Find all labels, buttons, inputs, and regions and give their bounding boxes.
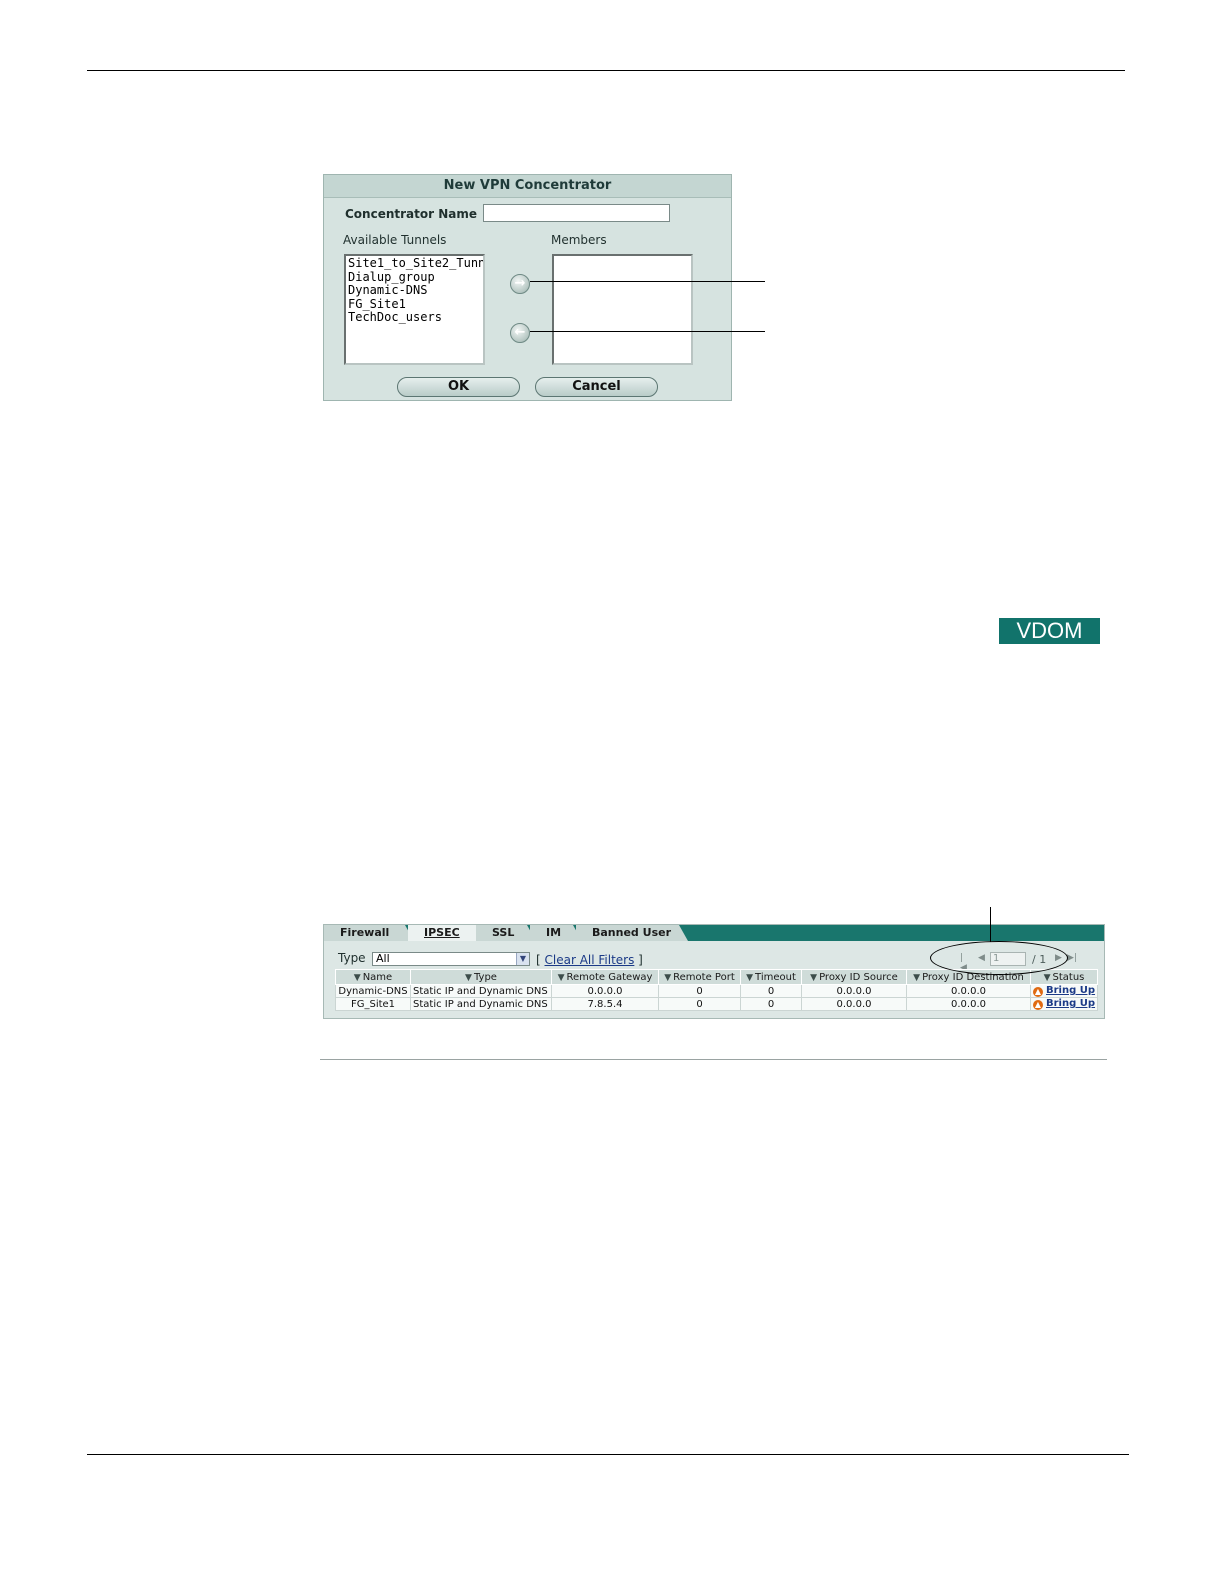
header-rule xyxy=(87,70,1125,71)
table-cell: 7.8.5.4 xyxy=(551,997,659,1011)
table-row: FG_Site1 Static IP and Dynamic DNS 7.8.5… xyxy=(335,997,1099,1011)
table-cell: 0 xyxy=(658,984,741,998)
table-cell: 0 xyxy=(740,997,802,1011)
footer-rule xyxy=(87,1454,1129,1455)
pagination-callout-ellipse xyxy=(930,941,1068,975)
bring-up-link[interactable]: Bring Up xyxy=(1046,998,1095,1009)
list-item[interactable]: Dynamic-DNS xyxy=(348,283,481,298)
add-member-button[interactable]: → xyxy=(510,274,530,294)
chevron-down-icon[interactable]: ▼ xyxy=(516,953,529,965)
members-list[interactable] xyxy=(552,254,693,365)
dialog-title: New VPN Concentrator xyxy=(324,175,731,198)
table-cell: 0 xyxy=(740,984,802,998)
list-item[interactable]: Dialup_group xyxy=(348,270,481,285)
filter-icon[interactable]: ▼ xyxy=(558,973,565,983)
table-cell: ▲ Bring Up xyxy=(1029,984,1099,998)
clear-filters: [ Clear All Filters ] xyxy=(536,953,643,967)
filter-icon[interactable]: ▼ xyxy=(465,973,472,983)
list-item[interactable]: FG_Site1 xyxy=(348,297,481,312)
table-cell: Static IP and Dynamic DNS xyxy=(410,984,552,998)
vdom-badge: VDOM xyxy=(999,618,1100,644)
filter-icon[interactable]: ▼ xyxy=(746,973,753,983)
type-filter-select[interactable]: All ▼ xyxy=(372,952,530,966)
filter-icon[interactable]: ▼ xyxy=(913,973,920,983)
type-filter-value: All xyxy=(376,952,390,965)
list-item[interactable]: Site1_to_Site2_Tunnel xyxy=(348,256,483,271)
column-header[interactable]: ▼ Name xyxy=(335,969,411,985)
column-header[interactable]: ▼ Remote Gateway xyxy=(551,969,659,985)
table-cell: 0.0.0.0 xyxy=(801,984,907,998)
table-cell: Dynamic-DNS xyxy=(335,984,411,998)
last-page-icon[interactable]: ▶| xyxy=(1067,953,1077,963)
remove-member-button[interactable]: ← xyxy=(510,323,530,343)
tab-ssl[interactable]: SSL xyxy=(476,925,536,941)
members-label: Members xyxy=(551,233,607,247)
type-filter-label: Type xyxy=(338,951,366,965)
table-cell: ▲ Bring Up xyxy=(1029,997,1099,1011)
tab-banned-user[interactable]: Banned User xyxy=(576,925,688,941)
table-cell: 0.0.0.0 xyxy=(906,984,1031,998)
table-row: Dynamic-DNS Static IP and Dynamic DNS 0.… xyxy=(335,984,1099,998)
tab-bar: Firewall IPSEC SSL IM Banned User xyxy=(324,925,1104,941)
callout-line-remove xyxy=(530,331,765,332)
table-cell: Static IP and Dynamic DNS xyxy=(410,997,552,1011)
callout-line-add xyxy=(530,281,765,282)
table-cell: 0.0.0.0 xyxy=(551,984,659,998)
table-cell: FG_Site1 xyxy=(335,997,411,1011)
available-tunnels-label: Available Tunnels xyxy=(343,233,447,247)
list-item[interactable]: TechDoc_users xyxy=(348,310,481,325)
column-header[interactable]: ▼ Timeout xyxy=(740,969,802,985)
table-cell: 0.0.0.0 xyxy=(906,997,1031,1011)
cancel-button[interactable]: Cancel xyxy=(535,377,658,397)
column-header[interactable]: ▼ Proxy ID Source xyxy=(801,969,907,985)
tab-im[interactable]: IM xyxy=(530,925,582,941)
left-arrow-icon: ← xyxy=(514,325,526,340)
column-header[interactable]: ▼ Status xyxy=(1029,969,1099,985)
tab-firewall[interactable]: Firewall xyxy=(324,925,414,941)
filter-icon[interactable]: ▼ xyxy=(810,973,817,983)
bring-up-icon[interactable]: ▲ xyxy=(1033,1000,1043,1010)
column-header[interactable]: ▼ Remote Port xyxy=(658,969,741,985)
ipsec-tunnel-table: ▼ Name ▼ Type ▼ Remote Gateway ▼ Remote Port… xyxy=(335,969,1099,1011)
filter-icon[interactable]: ▼ xyxy=(664,973,671,983)
table-cell: 0.0.0.0 xyxy=(801,997,907,1011)
bring-up-icon[interactable]: ▲ xyxy=(1033,987,1043,997)
bring-up-link[interactable]: Bring Up xyxy=(1046,985,1095,996)
available-tunnels-list[interactable]: Site1_to_Site2_Tunnel Dialup_group Dynam… xyxy=(344,254,485,365)
ok-button[interactable]: OK xyxy=(397,377,520,397)
pagination-callout-line xyxy=(990,907,991,942)
column-header[interactable]: ▼ Type xyxy=(410,969,552,985)
table-cell: 0 xyxy=(658,997,741,1011)
new-vpn-concentrator-dialog: New VPN Concentrator Concentrator Name A… xyxy=(323,174,732,401)
filter-icon[interactable]: ▼ xyxy=(1044,973,1051,983)
filter-icon[interactable]: ▼ xyxy=(354,973,361,983)
clear-all-filters-link[interactable]: Clear All Filters xyxy=(545,953,635,967)
right-arrow-icon: → xyxy=(514,276,526,291)
concentrator-name-label: Concentrator Name xyxy=(345,207,477,221)
concentrator-name-input[interactable] xyxy=(483,204,670,222)
figure-bottom-rule xyxy=(320,1059,1107,1060)
